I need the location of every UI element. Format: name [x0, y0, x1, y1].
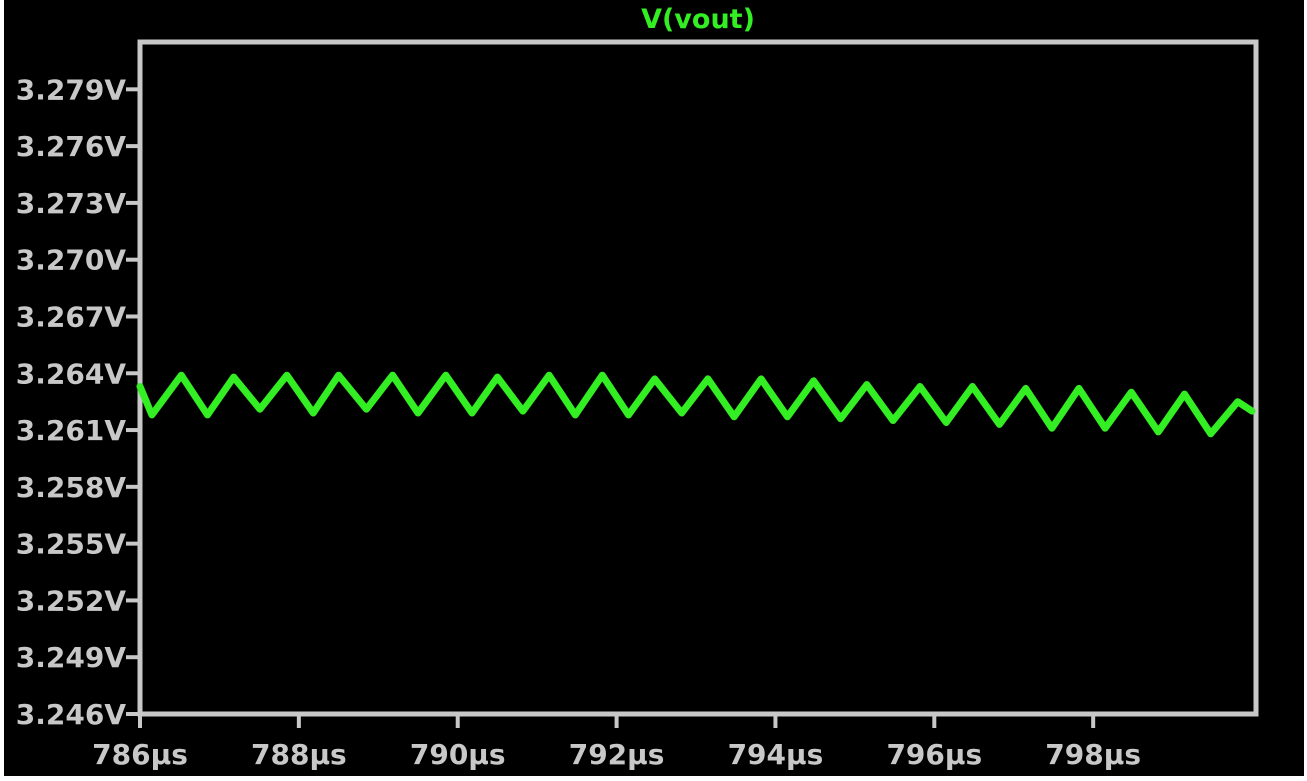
- y-tick-label: 3.258V: [16, 471, 127, 504]
- x-tick-label: 796µs: [886, 738, 982, 771]
- x-tick-label: 792µs: [569, 738, 665, 771]
- y-tick-label: 3.279V: [16, 73, 127, 106]
- x-tick-label: 798µs: [1045, 738, 1141, 771]
- x-tick-label: 786µs: [92, 738, 188, 771]
- plot-window: V(vout) 3.279V 3.276V 3.273V 3.270V 3.267V 3.…: [4, 0, 1304, 776]
- y-tick-label: 3.267V: [16, 300, 127, 333]
- y-tick-label: 3.255V: [16, 528, 127, 561]
- y-tick-label: 3.246V: [16, 698, 127, 731]
- chart-title: V(vout): [641, 4, 755, 35]
- x-tick-label: 790µs: [410, 738, 506, 771]
- y-tick-label: 3.252V: [16, 584, 127, 617]
- series-layer: [136, 371, 1256, 438]
- x-tick-label: 788µs: [251, 738, 347, 771]
- x-axis: 786µs 788µs 790µs 792µs 794µs 796µs 798µs: [92, 714, 1141, 771]
- x-tick-label: 794µs: [728, 738, 824, 771]
- y-tick-label: 3.264V: [16, 357, 127, 390]
- y-tick-label: 3.249V: [16, 641, 127, 674]
- plot-frame: [137, 39, 1259, 717]
- series-line-vout: [136, 371, 1256, 438]
- y-axis: 3.279V 3.276V 3.273V 3.270V 3.267V 3.264V 3.26…: [16, 73, 140, 731]
- y-tick-label: 3.270V: [16, 244, 127, 277]
- y-tick-label: 3.261V: [16, 414, 127, 447]
- waveform-chart: V(vout) 3.279V3.276V3.273V3.270V3.267V3.…: [16, 4, 1259, 771]
- y-tick-label: 3.273V: [16, 187, 127, 220]
- y-tick-label: 3.276V: [16, 130, 127, 163]
